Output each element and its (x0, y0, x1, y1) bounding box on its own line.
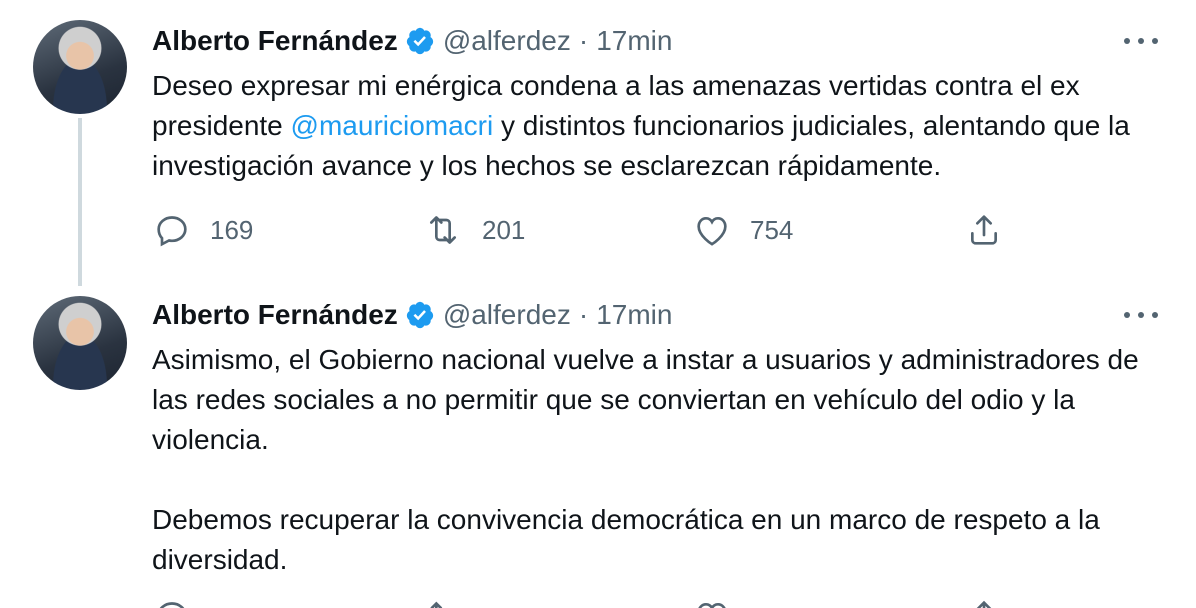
tweet-header: Alberto Fernández @alferdez · 17min (152, 21, 672, 61)
share-button[interactable] (964, 210, 1004, 250)
reply-icon (157, 216, 187, 247)
like-button[interactable]: 754 (692, 210, 793, 250)
like-icon[interactable] (692, 596, 732, 608)
author-name[interactable]: Alberto Fernández (152, 299, 398, 331)
retweet-icon (430, 216, 456, 244)
tweet-actions (152, 596, 1012, 608)
retweet-count: 201 (482, 214, 526, 245)
tweet-header: Alberto Fernández @alferdez · 17min (152, 295, 672, 335)
reply-icon[interactable] (152, 596, 192, 608)
like-icon (697, 216, 727, 246)
reply-count: 169 (210, 214, 254, 245)
tweet-actions: 169 201 754 (152, 210, 1012, 250)
author-handle[interactable]: @alferdez (443, 25, 571, 57)
separator-dot: · (578, 299, 589, 330)
timestamp[interactable]: 17min (596, 25, 672, 57)
like-count: 754 (750, 214, 794, 245)
author-name[interactable]: Alberto Fernández (152, 25, 398, 57)
tweet-paragraph: Debemos recuperar la convivencia democrá… (152, 504, 1100, 575)
avatar[interactable] (33, 20, 127, 114)
more-icon[interactable] (1124, 305, 1158, 325)
thread-line (78, 118, 82, 286)
more-icon[interactable] (1124, 31, 1158, 51)
reply-button[interactable]: 169 (152, 210, 253, 250)
separator-dot: · (578, 25, 589, 56)
tweet-paragraph: Asimismo, el Gobierno nacional vuelve a … (152, 344, 1139, 455)
tweet-text: Asimismo, el Gobierno nacional vuelve a … (152, 340, 1172, 580)
share-icon[interactable] (964, 596, 1004, 608)
verified-badge-icon (406, 27, 433, 55)
timestamp[interactable]: 17min (596, 299, 672, 331)
share-icon (971, 215, 997, 245)
avatar[interactable] (33, 296, 127, 390)
tweet-text: Deseo expresar mi enérgica condena a las… (152, 66, 1172, 186)
retweet-icon[interactable] (422, 596, 464, 608)
author-handle[interactable]: @alferdez (443, 299, 571, 331)
mention-link[interactable]: @mauriciomacri (291, 110, 494, 141)
verified-badge-icon (406, 301, 433, 329)
retweet-button[interactable]: 201 (422, 210, 525, 250)
